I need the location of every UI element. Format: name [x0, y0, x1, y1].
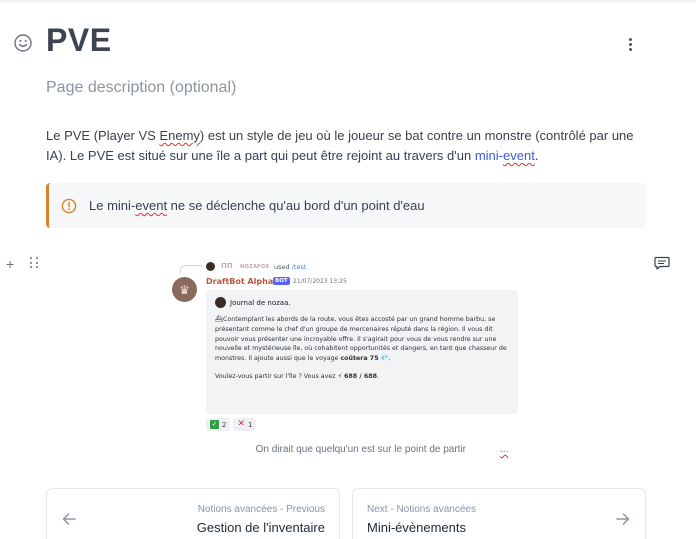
- hint-callout[interactable]: Le mini-event ne se déclenche qu'au bord…: [46, 183, 646, 228]
- embed-author-avatar: [215, 297, 226, 308]
- link-text-b: event: [503, 148, 535, 163]
- energy-icon: ⚡: [337, 372, 342, 380]
- embed-question: Voulez-vous partir sur l'île ? Vous avez…: [215, 373, 509, 380]
- caption-wrap: On dirait que quelqu'un est sur le point…: [188, 444, 509, 455]
- next-page-link[interactable]: Next - Notions avancées Mini-évènements: [352, 488, 646, 539]
- reaction-accept: ✓ 2: [206, 418, 231, 431]
- reaction-count: 1: [248, 420, 253, 429]
- embed-body-end: .: [388, 355, 391, 363]
- page-description[interactable]: Page description (optional): [46, 79, 236, 97]
- comment-icon[interactable]: [654, 256, 670, 270]
- image-caption[interactable]: On dirait que quelqu'un est sur le point…: [0, 444, 696, 455]
- hint-text: Le mini-event ne se déclenche qu'au bord…: [89, 198, 425, 213]
- embed-header: Journal de nozaa.: [215, 297, 509, 308]
- ship-icon: ⛴: [215, 316, 223, 323]
- top-border: [0, 0, 696, 3]
- bot-name: DraftBot Alpha: [206, 277, 274, 286]
- paragraph-text-3: .: [534, 148, 539, 163]
- next-page-meta: Next - Notions avancées: [367, 504, 476, 515]
- reactions-bar: ✓ 2 ✕ 1: [206, 418, 257, 431]
- arrow-left-icon: [62, 513, 76, 525]
- spellcheck-word: Enemy: [159, 128, 200, 143]
- reply-command: /test: [291, 263, 307, 271]
- page-title[interactable]: PVE: [46, 22, 112, 59]
- reply-username: NOZAFOX: [240, 264, 270, 270]
- embed-description: ⛴Contemplant les abords de la route, vou…: [215, 315, 509, 364]
- emoji-picker-icon[interactable]: [13, 33, 33, 53]
- reply-badge: ΠΠ: [221, 262, 233, 270]
- previous-page-title: Gestion de l'inventaire: [196, 520, 325, 535]
- reply-connector: [180, 265, 202, 274]
- intro-paragraph[interactable]: Le PVE (Player VS Enemy) est un style de…: [46, 126, 646, 166]
- embed-cost: coûtera 75: [340, 355, 379, 363]
- reaction-count: 2: [222, 420, 227, 429]
- embed-energy: 688 / 688: [344, 372, 377, 380]
- caption-text: On dirait que quelqu'un est sur le point…: [255, 444, 467, 455]
- bot-avatar: ♛: [172, 277, 197, 302]
- check-icon: ✓: [210, 420, 219, 429]
- reply-used-text: used /test: [274, 263, 306, 271]
- add-block-icon[interactable]: +: [6, 256, 14, 272]
- bot-tag: BOT: [273, 277, 290, 285]
- message-timestamp: 21/07/2023 13:25: [293, 278, 347, 285]
- reaction-decline: ✕ 1: [233, 418, 257, 431]
- next-page-title: Mini-évènements: [367, 520, 466, 535]
- hint-text-post: ne se déclenche qu'au bord d'un point d'…: [167, 198, 425, 213]
- link-text-a: mini-: [474, 148, 504, 163]
- drag-handle-icon[interactable]: [30, 257, 40, 269]
- more-options-icon[interactable]: [622, 36, 638, 52]
- embed-question-end: .: [377, 372, 380, 380]
- previous-page-meta: Notions avancées - Previous: [197, 504, 325, 515]
- hint-text-pre: Le mini-: [89, 198, 136, 213]
- hint-spellcheck-word: event: [135, 198, 168, 213]
- mini-event-link[interactable]: mini-event: [475, 148, 535, 163]
- reply-avatar: [206, 262, 215, 271]
- embed-title: Journal de nozaa.: [230, 298, 291, 307]
- discord-screenshot-image: ΠΠ NOZAFOX used /test ♛ DraftBot Alpha B…: [170, 258, 530, 438]
- caption-spellcheck: ...: [500, 444, 509, 455]
- previous-page-link[interactable]: Notions avancées - Previous Gestion de l…: [46, 488, 340, 539]
- embed-card: Journal de nozaa. ⛴Contemplant les abord…: [206, 290, 518, 414]
- reply-used-label: used: [274, 263, 290, 271]
- embed-question-text: Voulez-vous partir sur l'île ? Vous avez: [215, 372, 338, 380]
- paragraph-text-1: Le PVE (Player VS: [46, 128, 160, 143]
- cross-icon: ✕: [237, 419, 246, 429]
- warning-icon: [61, 198, 77, 213]
- arrow-right-icon: [616, 513, 630, 525]
- crown-icon: ♛: [179, 282, 190, 297]
